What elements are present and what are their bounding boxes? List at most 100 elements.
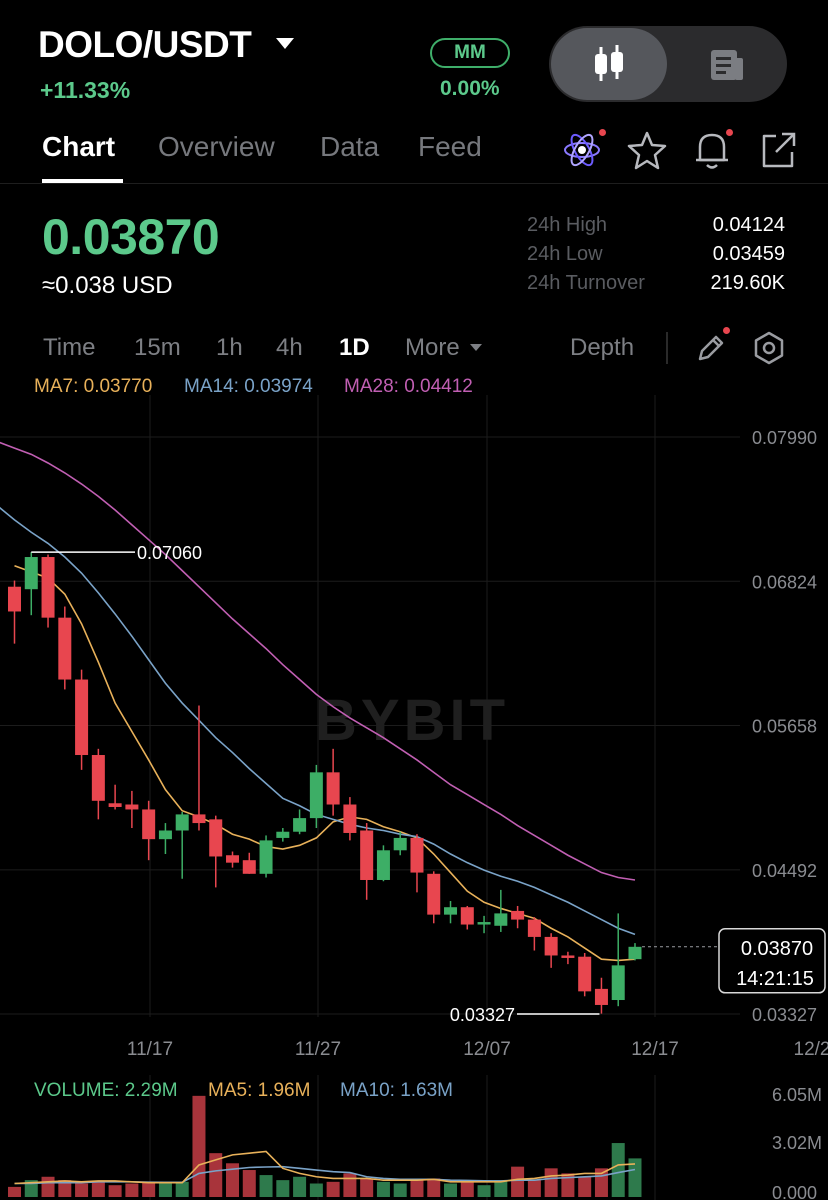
high-marker-label: 0.07060 bbox=[137, 543, 202, 563]
volume-bar bbox=[343, 1173, 357, 1197]
candle-body bbox=[142, 809, 156, 840]
volume-bar bbox=[376, 1181, 390, 1197]
stat-value-turnover: 219.60K bbox=[710, 272, 785, 294]
candle-body bbox=[628, 946, 642, 960]
chart-settings-button[interactable] bbox=[751, 330, 787, 371]
settings-icon bbox=[754, 331, 784, 365]
volume-bar bbox=[75, 1183, 89, 1197]
candle-body bbox=[393, 837, 407, 851]
timeframe-time[interactable]: Time bbox=[43, 334, 95, 362]
volume-bar bbox=[108, 1185, 122, 1197]
stat-value-high: 0.04124 bbox=[712, 214, 785, 236]
price-change-percent: +11.33% bbox=[40, 77, 131, 103]
alert-button[interactable] bbox=[692, 128, 732, 177]
volume-bar bbox=[578, 1176, 592, 1197]
candle-body bbox=[460, 907, 474, 925]
chart-view-button[interactable] bbox=[551, 28, 667, 100]
candle-body bbox=[259, 840, 273, 874]
draw-tool-button[interactable] bbox=[694, 331, 728, 370]
candle-body bbox=[24, 557, 38, 590]
x-axis-tick-label: 11/17 bbox=[127, 1039, 173, 1060]
candle-body bbox=[192, 814, 206, 824]
volume-bar bbox=[142, 1181, 156, 1197]
watermark-logo: BYBIT bbox=[315, 688, 509, 753]
usd-price: ≈0.038 USD bbox=[42, 272, 173, 299]
favorite-button[interactable] bbox=[626, 130, 668, 175]
share-button[interactable] bbox=[758, 130, 798, 175]
volume-bar bbox=[276, 1180, 290, 1197]
volume-bar bbox=[326, 1181, 340, 1197]
volume-bar bbox=[293, 1176, 307, 1197]
star-icon bbox=[627, 131, 667, 170]
more-dropdown-icon bbox=[470, 344, 482, 351]
news-icon bbox=[711, 50, 743, 80]
timeframe-more[interactable]: More bbox=[405, 334, 460, 362]
timeframe-1h[interactable]: 1h bbox=[216, 334, 243, 362]
candle-body bbox=[494, 913, 508, 926]
share-icon bbox=[762, 132, 796, 168]
news-view-button[interactable] bbox=[669, 28, 785, 100]
depth-button[interactable]: Depth bbox=[570, 334, 634, 362]
candle-body bbox=[427, 873, 441, 915]
candle-body bbox=[477, 922, 491, 925]
candle-countdown: 14:21:15 bbox=[736, 968, 814, 990]
current-price-tag-value: 0.03870 bbox=[741, 938, 813, 960]
price-chart[interactable]: BYBIT 0.07060 0.03327 0.07990 0.06824 0.05658… bbox=[0, 395, 828, 1065]
volume-bar bbox=[444, 1183, 458, 1197]
x-axis-tick-label: 11/27 bbox=[295, 1039, 341, 1060]
volume-bar bbox=[175, 1181, 189, 1197]
candle-body bbox=[175, 814, 189, 831]
notification-dot bbox=[723, 327, 730, 334]
candle-body bbox=[410, 837, 424, 873]
x-axis-tick-label: 12/07 bbox=[463, 1039, 511, 1060]
timeframe-4h[interactable]: 4h bbox=[276, 334, 303, 362]
stat-label-high: 24h High bbox=[527, 214, 608, 236]
y-axis-tick-label: 0.07990 bbox=[752, 428, 817, 448]
notification-dot bbox=[726, 129, 733, 136]
candle-body bbox=[242, 860, 256, 874]
volume-bar bbox=[91, 1181, 105, 1197]
candle-body bbox=[561, 955, 575, 958]
mm-badge[interactable]: MM bbox=[430, 38, 510, 68]
volume-chart[interactable]: 6.05M 3.02M 0.000 bbox=[0, 1075, 828, 1200]
x-axis-tick-label: 12/2 bbox=[794, 1039, 828, 1060]
volume-bar bbox=[393, 1183, 407, 1197]
candle-body bbox=[293, 818, 307, 832]
pencil-icon bbox=[698, 335, 724, 361]
last-price: 0.03870 bbox=[42, 209, 220, 265]
tab-data[interactable]: Data bbox=[320, 131, 379, 163]
trading-pair-title[interactable]: DOLO/USDT bbox=[38, 24, 252, 66]
tab-chart[interactable]: Chart bbox=[42, 131, 115, 163]
atom-button[interactable] bbox=[560, 128, 606, 175]
candle-body bbox=[444, 907, 458, 915]
candle-body bbox=[158, 830, 172, 840]
volume-bar bbox=[259, 1175, 273, 1197]
candle-body bbox=[276, 831, 290, 838]
candle-body bbox=[360, 830, 374, 880]
y-axis-tick-label: 0.04492 bbox=[752, 861, 817, 881]
volume-bar bbox=[309, 1183, 323, 1197]
timeframe-15m[interactable]: 15m bbox=[134, 334, 181, 362]
candle-body bbox=[8, 586, 21, 612]
volume-bar bbox=[611, 1143, 625, 1197]
candle-body bbox=[209, 819, 223, 857]
volume-y-tick-label: 0.000 bbox=[772, 1183, 817, 1200]
volume-bar bbox=[477, 1185, 491, 1197]
candle-body bbox=[343, 804, 357, 833]
candle-body bbox=[611, 965, 625, 1001]
stat-value-low: 0.03459 bbox=[712, 243, 785, 265]
volume-bar bbox=[8, 1186, 21, 1197]
candle-body bbox=[376, 850, 390, 880]
candle-body bbox=[91, 755, 105, 801]
candle-body bbox=[578, 956, 592, 992]
candle-body bbox=[309, 772, 323, 819]
candle-body bbox=[511, 910, 525, 920]
volume-bar bbox=[527, 1180, 541, 1197]
tab-feed[interactable]: Feed bbox=[418, 131, 482, 163]
pair-dropdown-icon[interactable] bbox=[276, 38, 294, 49]
timeframe-1d[interactable]: 1D bbox=[339, 334, 370, 362]
volume-bar bbox=[460, 1181, 474, 1197]
y-axis-tick-label: 0.03327 bbox=[752, 1005, 817, 1025]
volume-bar bbox=[158, 1183, 172, 1197]
tab-overview[interactable]: Overview bbox=[158, 131, 275, 163]
